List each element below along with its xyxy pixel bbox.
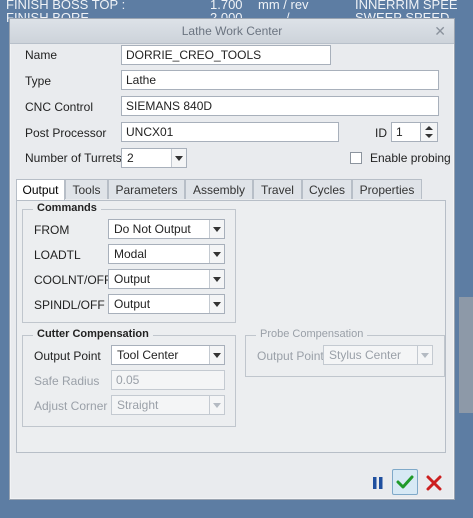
name-field[interactable]: DORRIE_CREO_TOOLS bbox=[121, 45, 331, 65]
probe-compensation-title: Probe Compensation bbox=[256, 328, 368, 340]
coolnt-off-select[interactable]: Output bbox=[108, 269, 225, 289]
safe-radius-field[interactable]: 0.05 bbox=[111, 370, 225, 390]
cnc-control-label: CNC Control bbox=[25, 100, 94, 114]
safe-radius-label: Safe Radius bbox=[34, 374, 100, 388]
enable-probing-checkbox[interactable] bbox=[350, 152, 362, 164]
probe-compensation-group: Probe Compensation Output Point Stylus C… bbox=[245, 328, 445, 377]
adjust-corner-select[interactable]: Straight bbox=[111, 395, 225, 415]
chevron-down-icon[interactable] bbox=[209, 295, 224, 313]
cutter-output-point-label: Output Point bbox=[34, 349, 101, 363]
adjust-corner-value: Straight bbox=[117, 398, 159, 412]
name-label: Name bbox=[25, 48, 58, 62]
spinner-down-icon[interactable] bbox=[425, 134, 433, 138]
cutter-output-point-select[interactable]: Tool Center bbox=[111, 345, 225, 365]
ok-button[interactable] bbox=[392, 469, 418, 495]
cancel-x-icon bbox=[426, 475, 442, 491]
tab-parameters[interactable]: Parameters bbox=[108, 179, 185, 199]
chevron-down-icon[interactable] bbox=[209, 270, 224, 288]
output-tab-panel: Commands FROM Do Not Output LOADTL Modal… bbox=[16, 200, 446, 453]
turrets-label: Number of Turrets bbox=[25, 151, 122, 165]
spindl-off-select[interactable]: Output bbox=[108, 294, 225, 314]
chevron-down-icon[interactable] bbox=[209, 245, 224, 263]
tab-assembly[interactable]: Assembly bbox=[185, 179, 253, 199]
from-select[interactable]: Do Not Output bbox=[108, 219, 225, 239]
spindl-off-value: Output bbox=[114, 297, 151, 311]
id-label: ID bbox=[375, 126, 387, 140]
tab-cycles[interactable]: Cycles bbox=[302, 179, 352, 199]
commands-group-title: Commands bbox=[33, 202, 101, 214]
turrets-value: 2 bbox=[127, 151, 134, 165]
pause-icon bbox=[373, 477, 383, 489]
tab-tools[interactable]: Tools bbox=[65, 179, 108, 199]
type-label: Type bbox=[25, 74, 52, 88]
probe-output-point-label: Output Point bbox=[257, 349, 324, 363]
id-spinner[interactable] bbox=[420, 122, 438, 142]
commands-group: Commands FROM Do Not Output LOADTL Modal… bbox=[22, 202, 236, 323]
chevron-down-icon[interactable] bbox=[209, 220, 224, 238]
chevron-down-icon[interactable] bbox=[209, 346, 224, 364]
cutter-compensation-title: Cutter Compensation bbox=[33, 328, 153, 340]
from-label: FROM bbox=[34, 223, 70, 237]
post-processor-field[interactable]: UNCX01 bbox=[121, 122, 339, 142]
probe-output-point-value: Stylus Center bbox=[329, 348, 402, 362]
loadtl-select[interactable]: Modal bbox=[108, 244, 225, 264]
from-value: Do Not Output bbox=[114, 222, 191, 236]
post-processor-label: Post Processor bbox=[25, 126, 107, 140]
tab-properties[interactable]: Properties bbox=[352, 179, 422, 199]
background-panel bbox=[459, 297, 473, 413]
turrets-select[interactable]: 2 bbox=[121, 148, 187, 168]
enable-probing-label: Enable probing bbox=[370, 151, 451, 165]
bg-line1-unit: mm / rev bbox=[258, 0, 309, 12]
tab-output[interactable]: Output bbox=[16, 179, 65, 201]
spindl-off-label: SPINDL/OFF bbox=[34, 298, 105, 312]
pause-button[interactable] bbox=[366, 471, 390, 495]
chevron-down-icon[interactable] bbox=[417, 346, 432, 364]
loadtl-label: LOADTL bbox=[34, 248, 81, 262]
dialog-titlebar[interactable]: Lathe Work Center ✕ bbox=[10, 19, 454, 44]
adjust-corner-label: Adjust Corner bbox=[34, 399, 108, 413]
chevron-down-icon[interactable] bbox=[171, 149, 186, 167]
spinner-up-icon[interactable] bbox=[425, 126, 433, 130]
tab-travel[interactable]: Travel bbox=[253, 179, 302, 199]
coolnt-off-label: COOLNT/OFF bbox=[34, 273, 112, 287]
cancel-button[interactable] bbox=[422, 471, 446, 495]
lathe-work-center-dialog: Lathe Work Center ✕ Name DORRIE_CREO_TOO… bbox=[9, 18, 455, 500]
cutter-compensation-group: Cutter Compensation Output Point Tool Ce… bbox=[22, 328, 236, 427]
checkmark-icon bbox=[396, 475, 414, 489]
probe-output-point-select[interactable]: Stylus Center bbox=[323, 345, 433, 365]
coolnt-off-value: Output bbox=[114, 272, 151, 286]
cnc-control-field[interactable]: SIEMANS 840D bbox=[121, 96, 439, 116]
cutter-output-point-value: Tool Center bbox=[117, 348, 179, 362]
dialog-title: Lathe Work Center bbox=[181, 24, 283, 38]
chevron-down-icon[interactable] bbox=[209, 396, 224, 414]
id-field[interactable]: 1 bbox=[391, 122, 421, 142]
loadtl-value: Modal bbox=[114, 247, 147, 261]
type-field[interactable]: Lathe bbox=[121, 70, 439, 90]
close-icon[interactable]: ✕ bbox=[434, 19, 446, 43]
